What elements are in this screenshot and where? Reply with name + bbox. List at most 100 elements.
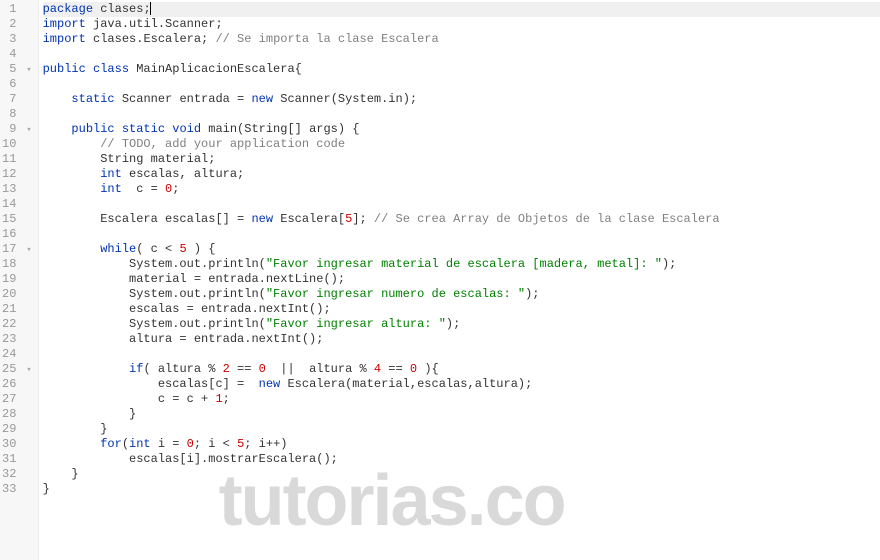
token-kw: import (43, 17, 86, 31)
token-txt: } (43, 422, 108, 436)
token-num: 2 (223, 362, 230, 376)
line-number: 15 (2, 212, 32, 227)
token-txt: ; i < (194, 437, 237, 451)
line-number: 19 (2, 272, 32, 287)
fold-indicator[interactable]: ▾ (24, 243, 32, 258)
token-txt (43, 92, 72, 106)
token-kw: public class (43, 62, 129, 76)
token-txt (43, 182, 101, 196)
code-line[interactable]: System.out.println("Favor ingresar altur… (43, 317, 880, 332)
code-line[interactable]: String material; (43, 152, 880, 167)
line-number: 23 (2, 332, 32, 347)
code-line[interactable]: } (43, 467, 880, 482)
code-line[interactable]: import clases.Escalera; // Se importa la… (43, 32, 880, 47)
line-number: 30 (2, 437, 32, 452)
code-line[interactable]: } (43, 407, 880, 422)
line-number: 3 (2, 32, 32, 47)
token-txt: clases; (93, 2, 151, 16)
code-line[interactable]: int c = 0; (43, 182, 880, 197)
token-num: 0 (259, 362, 266, 376)
code-line[interactable]: int escalas, altura; (43, 167, 880, 182)
token-kw: public static void (71, 122, 201, 136)
token-kw: int (100, 182, 122, 196)
fold-indicator[interactable]: ▾ (24, 123, 32, 138)
token-txt: ; (172, 182, 179, 196)
token-txt: System.out.println( (43, 287, 266, 301)
code-line[interactable]: if( altura % 2 == 0 || altura % 4 == 0 )… (43, 362, 880, 377)
code-line[interactable] (43, 197, 880, 212)
token-txt: clases.Escalera; (86, 32, 216, 46)
token-kw: package (43, 2, 93, 16)
line-number: 29 (2, 422, 32, 437)
code-line[interactable] (43, 107, 880, 122)
token-cmt: // Se importa la clase Escalera (215, 32, 438, 46)
token-cmt: // Se crea Array de Objetos de la clase … (374, 212, 720, 226)
line-number: 5 ▾ (2, 62, 32, 77)
token-num: 0 (187, 437, 194, 451)
code-line[interactable]: import java.util.Scanner; (43, 17, 880, 32)
code-line[interactable]: } (43, 422, 880, 437)
token-txt: Escalera(material,escalas,altura); (280, 377, 532, 391)
fold-indicator[interactable]: ▾ (24, 63, 32, 78)
code-line[interactable]: escalas[c] = new Escalera(material,escal… (43, 377, 880, 392)
code-line[interactable] (43, 227, 880, 242)
token-kw: int (129, 437, 151, 451)
token-txt: String material; (43, 152, 216, 166)
token-txt: main(String[] args) { (201, 122, 359, 136)
line-number: 10 (2, 137, 32, 152)
code-line[interactable]: public class MainAplicacionEscalera{ (43, 62, 880, 77)
code-line[interactable]: escalas[i].mostrarEscalera(); (43, 452, 880, 467)
line-number-gutter: 1 2 3 4 5 ▾6 7 8 9 ▾10 11 12 13 14 15 16… (0, 0, 39, 560)
token-txt: ); (446, 317, 460, 331)
line-number: 9 ▾ (2, 122, 32, 137)
token-txt: ; (223, 392, 230, 406)
code-line[interactable]: public static void main(String[] args) { (43, 122, 880, 137)
line-number: 28 (2, 407, 32, 422)
token-txt: == (230, 362, 259, 376)
code-line[interactable] (43, 47, 880, 62)
code-line[interactable]: c = c + 1; (43, 392, 880, 407)
token-txt (43, 242, 101, 256)
code-line[interactable]: material = entrada.nextLine(); (43, 272, 880, 287)
code-line[interactable] (43, 347, 880, 362)
code-line[interactable]: escalas = entrada.nextInt(); (43, 302, 880, 317)
token-txt: Scanner entrada = (115, 92, 252, 106)
fold-indicator[interactable]: ▾ (24, 363, 32, 378)
code-line[interactable]: static Scanner entrada = new Scanner(Sys… (43, 92, 880, 107)
token-txt (43, 137, 101, 151)
token-kw: new (251, 212, 273, 226)
code-line[interactable]: altura = entrada.nextInt(); (43, 332, 880, 347)
token-kw: static (71, 92, 114, 106)
token-cmt: // TODO, add your application code (100, 137, 345, 151)
code-line[interactable]: package clases; (43, 2, 880, 17)
token-txt: ; i++) (244, 437, 287, 451)
code-line[interactable] (43, 77, 880, 92)
token-txt: ( (122, 437, 129, 451)
token-txt: System.out.println( (43, 317, 266, 331)
code-line[interactable]: for(int i = 0; i < 5; i++) (43, 437, 880, 452)
line-number: 27 (2, 392, 32, 407)
token-txt: c = c + (43, 392, 216, 406)
code-line[interactable]: System.out.println("Favor ingresar mater… (43, 257, 880, 272)
line-number: 17 ▾ (2, 242, 32, 257)
code-line[interactable]: Escalera escalas[] = new Escalera[5]; //… (43, 212, 880, 227)
token-kw: int (100, 167, 122, 181)
line-number: 13 (2, 182, 32, 197)
code-line[interactable]: } (43, 482, 880, 497)
text-cursor (150, 2, 151, 15)
token-txt (43, 362, 129, 376)
token-txt: ( c < (136, 242, 179, 256)
line-number: 1 (2, 2, 32, 17)
code-line[interactable]: // TODO, add your application code (43, 137, 880, 152)
token-txt: Escalera escalas[] = (43, 212, 252, 226)
token-txt: c = (122, 182, 165, 196)
code-area[interactable]: tutorias.co package clases;import java.u… (39, 0, 880, 560)
code-editor[interactable]: 1 2 3 4 5 ▾6 7 8 9 ▾10 11 12 13 14 15 16… (0, 0, 880, 560)
code-line[interactable]: System.out.println("Favor ingresar numer… (43, 287, 880, 302)
token-txt: } (43, 482, 50, 496)
token-txt: System.out.println( (43, 257, 266, 271)
token-str: "Favor ingresar altura: " (266, 317, 446, 331)
token-txt: java.util.Scanner; (86, 17, 223, 31)
code-line[interactable]: while( c < 5 ) { (43, 242, 880, 257)
token-txt: || altura % (266, 362, 374, 376)
